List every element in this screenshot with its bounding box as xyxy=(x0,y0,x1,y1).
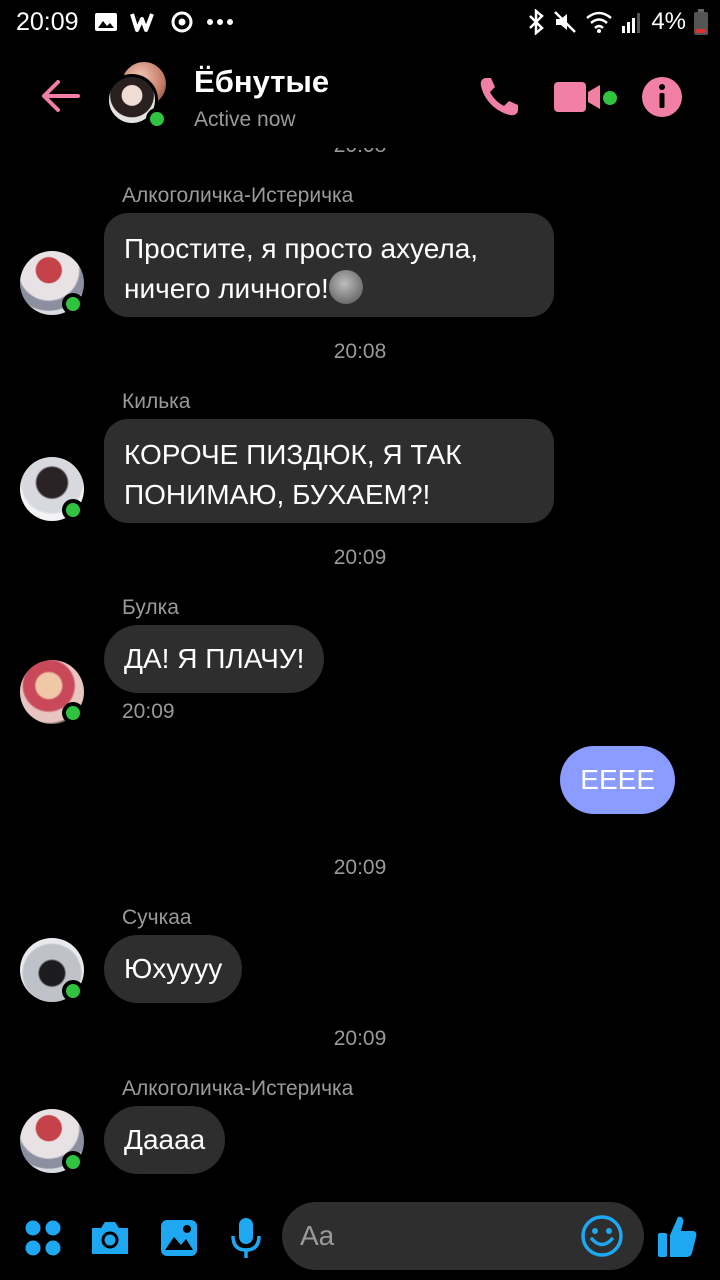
phone-call-icon[interactable] xyxy=(476,74,524,120)
message-bubble[interactable]: КОРОЧЕ ПИЗДЮК, Я ТАК ПОНИМАЮ, БУХАЕМ?! xyxy=(104,419,554,523)
online-indicator xyxy=(146,108,168,130)
message-line: Простите, я просто ахуела, xyxy=(124,233,479,264)
wifi-icon xyxy=(586,11,613,33)
mute-icon xyxy=(554,11,577,33)
outgoing-message-bubble[interactable]: ЕЕЕЕ xyxy=(560,746,675,814)
back-arrow-icon[interactable] xyxy=(38,74,82,118)
message-line-with-emoji: ничего личного! xyxy=(124,269,534,309)
emoji-icon[interactable] xyxy=(580,1214,624,1258)
status-bar: 20:09 4% xyxy=(0,0,720,44)
w-app-icon xyxy=(130,13,154,32)
sender-name: Алкоголичка-Истеричка xyxy=(122,184,354,207)
sender-name: Сучкаа xyxy=(122,906,192,929)
target-icon xyxy=(171,11,193,33)
status-system-icons: 4% xyxy=(527,8,708,36)
online-indicator xyxy=(62,702,84,724)
bluetooth-icon xyxy=(529,9,545,35)
avatar[interactable] xyxy=(20,938,84,1002)
group-avatar[interactable] xyxy=(106,60,176,132)
thumbs-up-icon[interactable] xyxy=(656,1212,698,1260)
timestamp: 20:08 xyxy=(0,148,720,158)
camera-icon[interactable] xyxy=(88,1216,132,1260)
avatar[interactable] xyxy=(20,251,84,315)
chat-title[interactable]: Ёбнутые xyxy=(194,64,329,100)
message-bubble[interactable]: Простите, я просто ахуела, ничего личног… xyxy=(104,213,554,317)
signal-icon xyxy=(622,13,641,33)
chat-status: Active now xyxy=(194,108,296,131)
message-input-container[interactable] xyxy=(282,1202,644,1270)
message-bubble[interactable]: ДА! Я ПЛАЧУ! xyxy=(104,625,325,693)
battery-low-icon xyxy=(694,9,708,35)
timestamp: 20:09 xyxy=(333,546,387,569)
gallery-icon xyxy=(95,13,117,31)
gallery-icon[interactable] xyxy=(160,1216,198,1260)
status-time: 20:09 xyxy=(16,8,79,36)
timestamp: 20:08 xyxy=(333,340,387,363)
online-indicator xyxy=(62,980,84,1002)
video-call-icon[interactable] xyxy=(552,74,620,120)
apps-icon[interactable] xyxy=(24,1216,62,1260)
sender-name: Булка xyxy=(122,596,179,619)
info-icon[interactable] xyxy=(640,74,684,120)
message-bubble[interactable]: Юхуууу xyxy=(104,935,243,1003)
avatar[interactable] xyxy=(20,1109,84,1173)
message-input[interactable] xyxy=(300,1202,580,1270)
moon-face-icon xyxy=(328,270,363,304)
chat-header: Ёбнутые Active now xyxy=(0,44,720,148)
timestamp: 20:09 xyxy=(333,856,387,879)
battery-percent: 4% xyxy=(651,8,686,35)
message-line: ПОНИМАЮ, БУХАЕМ?! xyxy=(124,479,431,510)
avatar[interactable] xyxy=(20,457,84,521)
message-list[interactable]: 20:08 Алкоголичка-Истеричка Простите, я … xyxy=(0,148,720,1192)
avatar[interactable] xyxy=(20,660,84,724)
sender-name: Килька xyxy=(122,390,191,413)
status-notification-icons xyxy=(94,10,234,34)
online-indicator xyxy=(62,293,84,315)
online-indicator xyxy=(62,1151,84,1173)
message-line: КОРОЧЕ ПИЗДЮК, Я ТАК xyxy=(124,439,462,470)
sender-name: Алкоголичка-Истеричка xyxy=(122,1077,354,1100)
more-dots-icon xyxy=(207,19,233,25)
message-composer xyxy=(0,1192,720,1280)
message-time: 20:09 xyxy=(122,700,175,723)
online-indicator xyxy=(62,499,84,521)
microphone-icon[interactable] xyxy=(228,1216,264,1260)
message-bubble[interactable]: Даааа xyxy=(104,1106,226,1174)
timestamp: 20:09 xyxy=(333,1027,387,1050)
message-line: ничего личного! xyxy=(124,273,329,304)
